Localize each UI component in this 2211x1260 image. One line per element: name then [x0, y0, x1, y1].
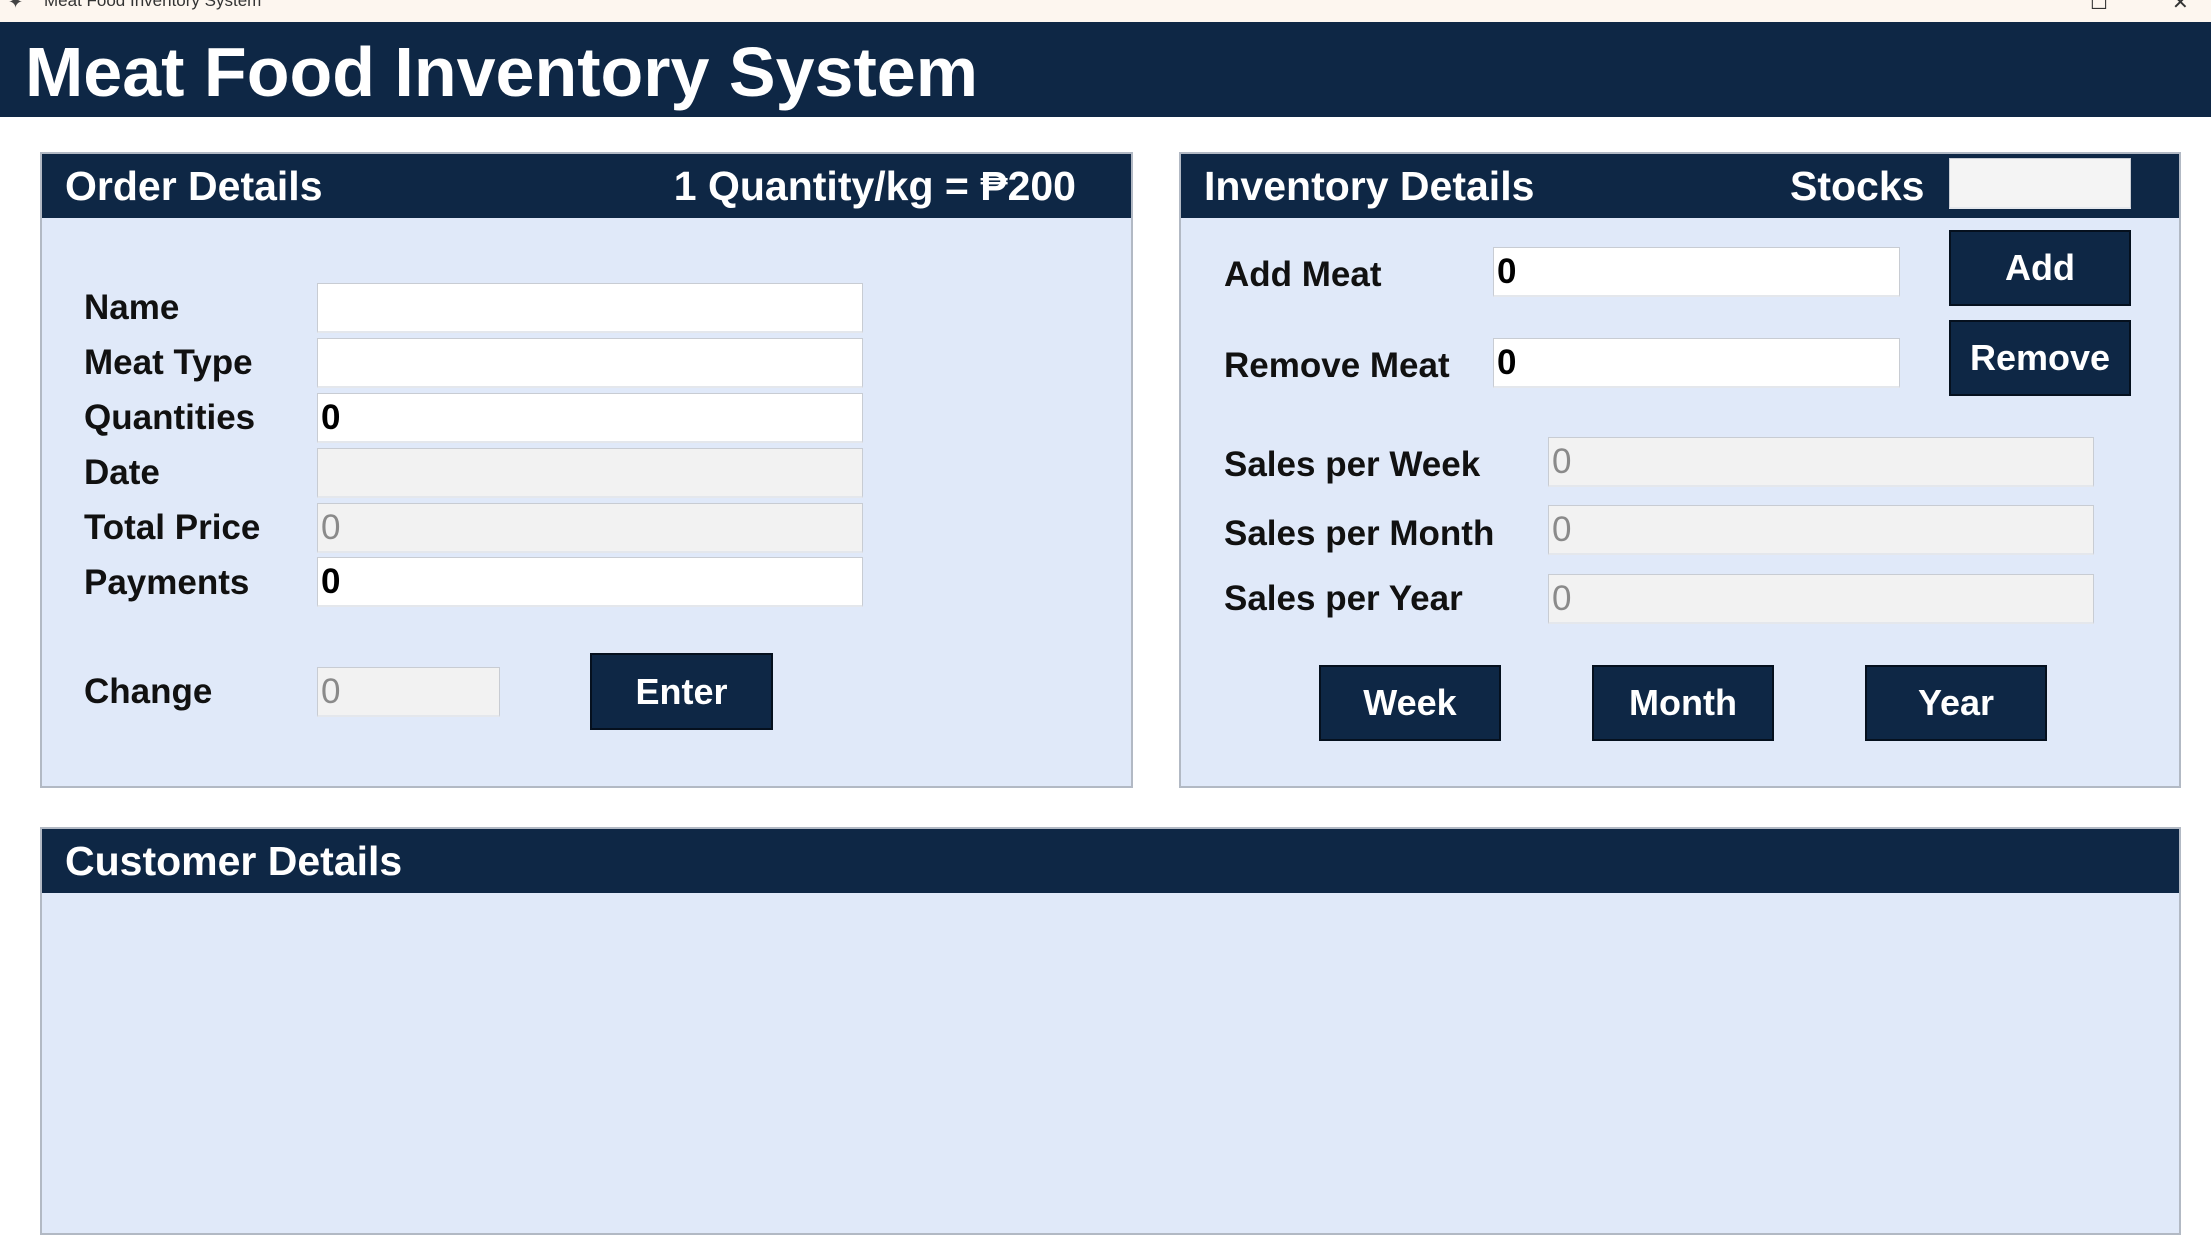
stocks-label: Stocks [1790, 163, 1925, 209]
date-label: Date [84, 453, 160, 492]
app-header: Meat Food Inventory System [0, 22, 2211, 117]
add-meat-input[interactable] [1493, 247, 1900, 297]
sales-month-field [1548, 505, 2094, 555]
sales-year-label: Sales per Year [1224, 579, 1463, 618]
feather-icon: ✦ [8, 0, 24, 12]
week-button[interactable]: Week [1319, 665, 1501, 741]
sales-month-label: Sales per Month [1224, 514, 1495, 553]
close-icon[interactable]: ✕ [2172, 0, 2189, 15]
year-button[interactable]: Year [1865, 665, 2047, 741]
sales-year-field [1548, 574, 2094, 624]
add-meat-label: Add Meat [1224, 255, 1382, 294]
payments-label: Payments [84, 563, 250, 602]
sales-week-field [1548, 437, 2094, 487]
date-field [317, 448, 863, 498]
meat-type-input[interactable] [317, 338, 863, 388]
add-button[interactable]: Add [1949, 230, 2131, 306]
change-label: Change [84, 672, 213, 711]
meat-type-label: Meat Type [84, 343, 253, 382]
order-details-title: Order Details [65, 163, 323, 209]
remove-button[interactable]: Remove [1949, 320, 2131, 396]
name-input[interactable] [317, 283, 863, 333]
payments-input[interactable] [317, 557, 863, 607]
quantities-input[interactable] [317, 393, 863, 443]
change-field [317, 667, 500, 717]
sales-week-label: Sales per Week [1224, 445, 1481, 484]
app-title: Meat Food Inventory System [25, 33, 978, 111]
inventory-details-title: Inventory Details [1204, 163, 1535, 209]
total-price-field [317, 503, 863, 553]
enter-button[interactable]: Enter [590, 653, 773, 730]
window-titlebar: ✦ Meat Food Inventory System ☐ ✕ [0, 0, 2211, 22]
window-title: Meat Food Inventory System [44, 0, 262, 10]
month-button[interactable]: Month [1592, 665, 1774, 741]
inventory-details-panel: Inventory Details Stocks Add Meat Add Re… [1179, 152, 2181, 788]
order-details-header: Order Details 1 Quantity/kg = ₱200 [42, 154, 1131, 218]
customer-details-header: Customer Details [42, 829, 2179, 893]
stocks-field [1949, 158, 2131, 209]
customer-details-panel: Customer Details [40, 827, 2181, 1235]
order-details-panel: Order Details 1 Quantity/kg = ₱200 Name … [40, 152, 1133, 788]
customer-list-area[interactable] [42, 893, 2179, 1233]
customer-details-title: Customer Details [65, 838, 403, 884]
price-note: 1 Quantity/kg = ₱200 [673, 163, 1076, 209]
total-price-label: Total Price [84, 508, 261, 547]
remove-meat-label: Remove Meat [1224, 346, 1450, 385]
name-label: Name [84, 288, 180, 327]
remove-meat-input[interactable] [1493, 338, 1900, 388]
quantities-label: Quantities [84, 398, 256, 437]
maximize-icon[interactable]: ☐ [2090, 0, 2108, 15]
